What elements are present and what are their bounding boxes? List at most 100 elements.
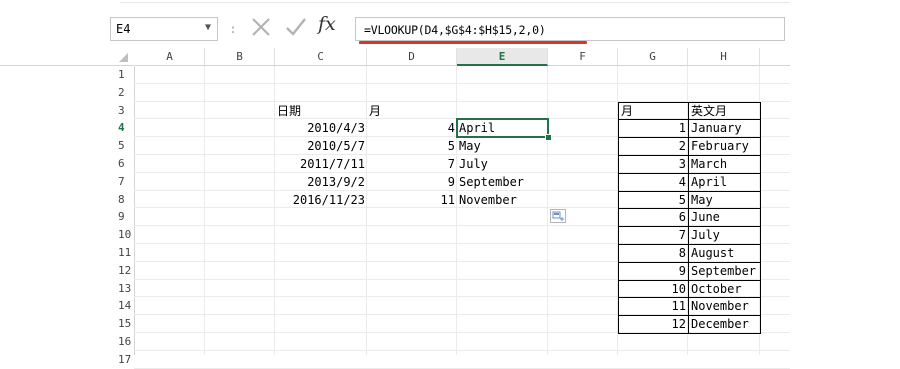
cell-c4[interactable]: 2010/4/3 <box>275 119 367 137</box>
gridline-row-outer <box>760 243 790 244</box>
cell-h12[interactable]: September <box>688 261 761 281</box>
name-box[interactable]: E4 ▼ <box>110 17 218 41</box>
cell-h7[interactable]: April <box>688 172 761 192</box>
row-header-7[interactable]: 7 <box>118 173 134 191</box>
cell-h8[interactable]: May <box>688 190 761 210</box>
row-header-border <box>134 66 135 355</box>
row-header-2[interactable]: 2 <box>118 84 134 102</box>
column-header-h[interactable]: H <box>688 48 760 66</box>
cell-g7[interactable]: 4 <box>618 172 689 192</box>
row-header-17[interactable]: 17 <box>118 351 134 369</box>
gridline-row-outer <box>760 314 790 316</box>
cell-e5[interactable]: May <box>457 137 548 155</box>
row-header-11[interactable]: 11 <box>118 244 134 262</box>
cell-c6[interactable]: 2011/7/11 <box>275 155 367 173</box>
column-header-overflow <box>760 48 790 66</box>
formula-input[interactable]: =VLOOKUP(D4,$G$4:$H$15,2,0) <box>355 17 785 41</box>
cell-g13[interactable]: 10 <box>618 279 689 299</box>
insert-function-icon[interactable]: fx <box>318 13 336 35</box>
cancel-icon[interactable] <box>250 16 272 41</box>
column-header-a[interactable]: A <box>135 48 205 66</box>
row-header-5[interactable]: 5 <box>118 137 134 155</box>
gridline-row <box>134 349 760 351</box>
formula-text[interactable]: =VLOOKUP(D4,$G$4:$H$15,2,0) <box>364 23 546 37</box>
cell-d5[interactable]: 5 <box>367 137 457 155</box>
row-header-10[interactable]: 10 <box>118 226 134 244</box>
cell-g14[interactable]: 11 <box>618 297 689 317</box>
cell-e4[interactable]: April <box>457 119 548 137</box>
formula-highlight-underline <box>359 41 587 44</box>
name-box-value[interactable]: E4 <box>116 22 130 36</box>
cell-c3[interactable]: 日期 <box>275 102 367 120</box>
cell-g6[interactable]: 3 <box>618 155 689 174</box>
gridline-row-outer <box>760 278 790 280</box>
paste-options-icon[interactable] <box>550 209 566 224</box>
cell-d7[interactable]: 9 <box>367 173 457 191</box>
cell-d8[interactable]: 11 <box>367 191 457 209</box>
cell-c8[interactable]: 2016/11/23 <box>275 191 367 209</box>
gridline-row-outer <box>760 332 790 333</box>
cell-d3[interactable]: 月 <box>367 102 457 120</box>
column-header-f[interactable]: F <box>548 48 618 66</box>
row-header-1[interactable]: 1 <box>118 66 134 84</box>
cell-h9[interactable]: June <box>688 208 761 228</box>
gridline-col <box>547 66 548 355</box>
enter-check-icon[interactable] <box>284 16 308 41</box>
gridline-row-outer <box>760 136 790 138</box>
row-header-12[interactable]: 12 <box>118 262 134 280</box>
gridline-row-outer <box>760 100 790 102</box>
cell-h3[interactable]: 英文月 <box>688 101 761 121</box>
column-header-g[interactable]: G <box>618 48 688 66</box>
cell-h6[interactable]: March <box>688 155 761 174</box>
cell-h10[interactable]: July <box>688 226 761 245</box>
row-header-3[interactable]: 3 <box>118 102 134 120</box>
row-header-6[interactable]: 6 <box>118 155 134 173</box>
cell-c5[interactable]: 2010/5/7 <box>275 137 367 155</box>
cell-h11[interactable]: August <box>688 244 761 263</box>
gridline-row-outer <box>760 189 790 191</box>
row-header-16[interactable]: 16 <box>118 333 134 351</box>
cell-g15[interactable]: 12 <box>618 315 689 334</box>
column-header-e[interactable]: E <box>457 48 548 66</box>
cell-h14[interactable]: November <box>688 297 761 317</box>
cell-h13[interactable]: October <box>688 279 761 299</box>
gridline-col <box>204 66 205 355</box>
cell-g10[interactable]: 7 <box>618 226 689 245</box>
cell-h5[interactable]: February <box>688 137 761 156</box>
cell-g11[interactable]: 8 <box>618 244 689 263</box>
cell-h4[interactable]: January <box>688 119 761 139</box>
row-header-4[interactable]: 4 <box>118 119 134 137</box>
cell-g3[interactable]: 月 <box>618 101 689 121</box>
gridline-row-outer <box>760 154 790 155</box>
column-header-d[interactable]: D <box>367 48 457 66</box>
row-header-15[interactable]: 15 <box>118 315 134 333</box>
cell-h15[interactable]: December <box>688 315 761 334</box>
row-header-8[interactable]: 8 <box>118 191 134 209</box>
cell-g12[interactable]: 9 <box>618 261 689 281</box>
cell-g5[interactable]: 2 <box>618 137 689 156</box>
gridline-row-outer <box>760 171 790 173</box>
cell-d6[interactable]: 7 <box>367 155 457 173</box>
cell-g9[interactable]: 6 <box>618 208 689 228</box>
cell-e7[interactable]: September <box>457 173 548 191</box>
row-header-9[interactable]: 9 <box>118 208 134 226</box>
select-all-triangle-icon[interactable] <box>119 53 128 62</box>
worksheet-grid[interactable]: ABCDEFGH 1 2 3 4 5 6 7 8 9 10 11 12 13 14 15 16 17 日期月月英文… <box>0 48 900 369</box>
cell-e6[interactable]: July <box>457 155 548 173</box>
select-all-corner[interactable] <box>0 48 134 66</box>
column-header-c[interactable]: C <box>275 48 367 66</box>
gridline-row-outer <box>760 225 790 227</box>
cell-g8[interactable]: 5 <box>618 190 689 210</box>
cell-c7[interactable]: 2013/9/2 <box>275 173 367 191</box>
row-header-14[interactable]: 14 <box>118 297 134 315</box>
gridline-row-outer <box>760 118 790 120</box>
column-header-b[interactable]: B <box>205 48 275 66</box>
row-header-13[interactable]: 13 <box>118 280 134 298</box>
chevron-down-icon[interactable]: ▼ <box>205 22 211 33</box>
gridline-row-outer <box>760 349 790 351</box>
cell-g4[interactable]: 1 <box>618 119 689 139</box>
cell-e8[interactable]: November <box>457 191 548 209</box>
formula-bar: E4 ▼ : fx =VLOOKUP(D4,$G$4:$H$15,2,0) <box>0 0 900 48</box>
formula-bar-grip[interactable]: : <box>226 17 240 41</box>
cell-d4[interactable]: 4 <box>367 119 457 137</box>
